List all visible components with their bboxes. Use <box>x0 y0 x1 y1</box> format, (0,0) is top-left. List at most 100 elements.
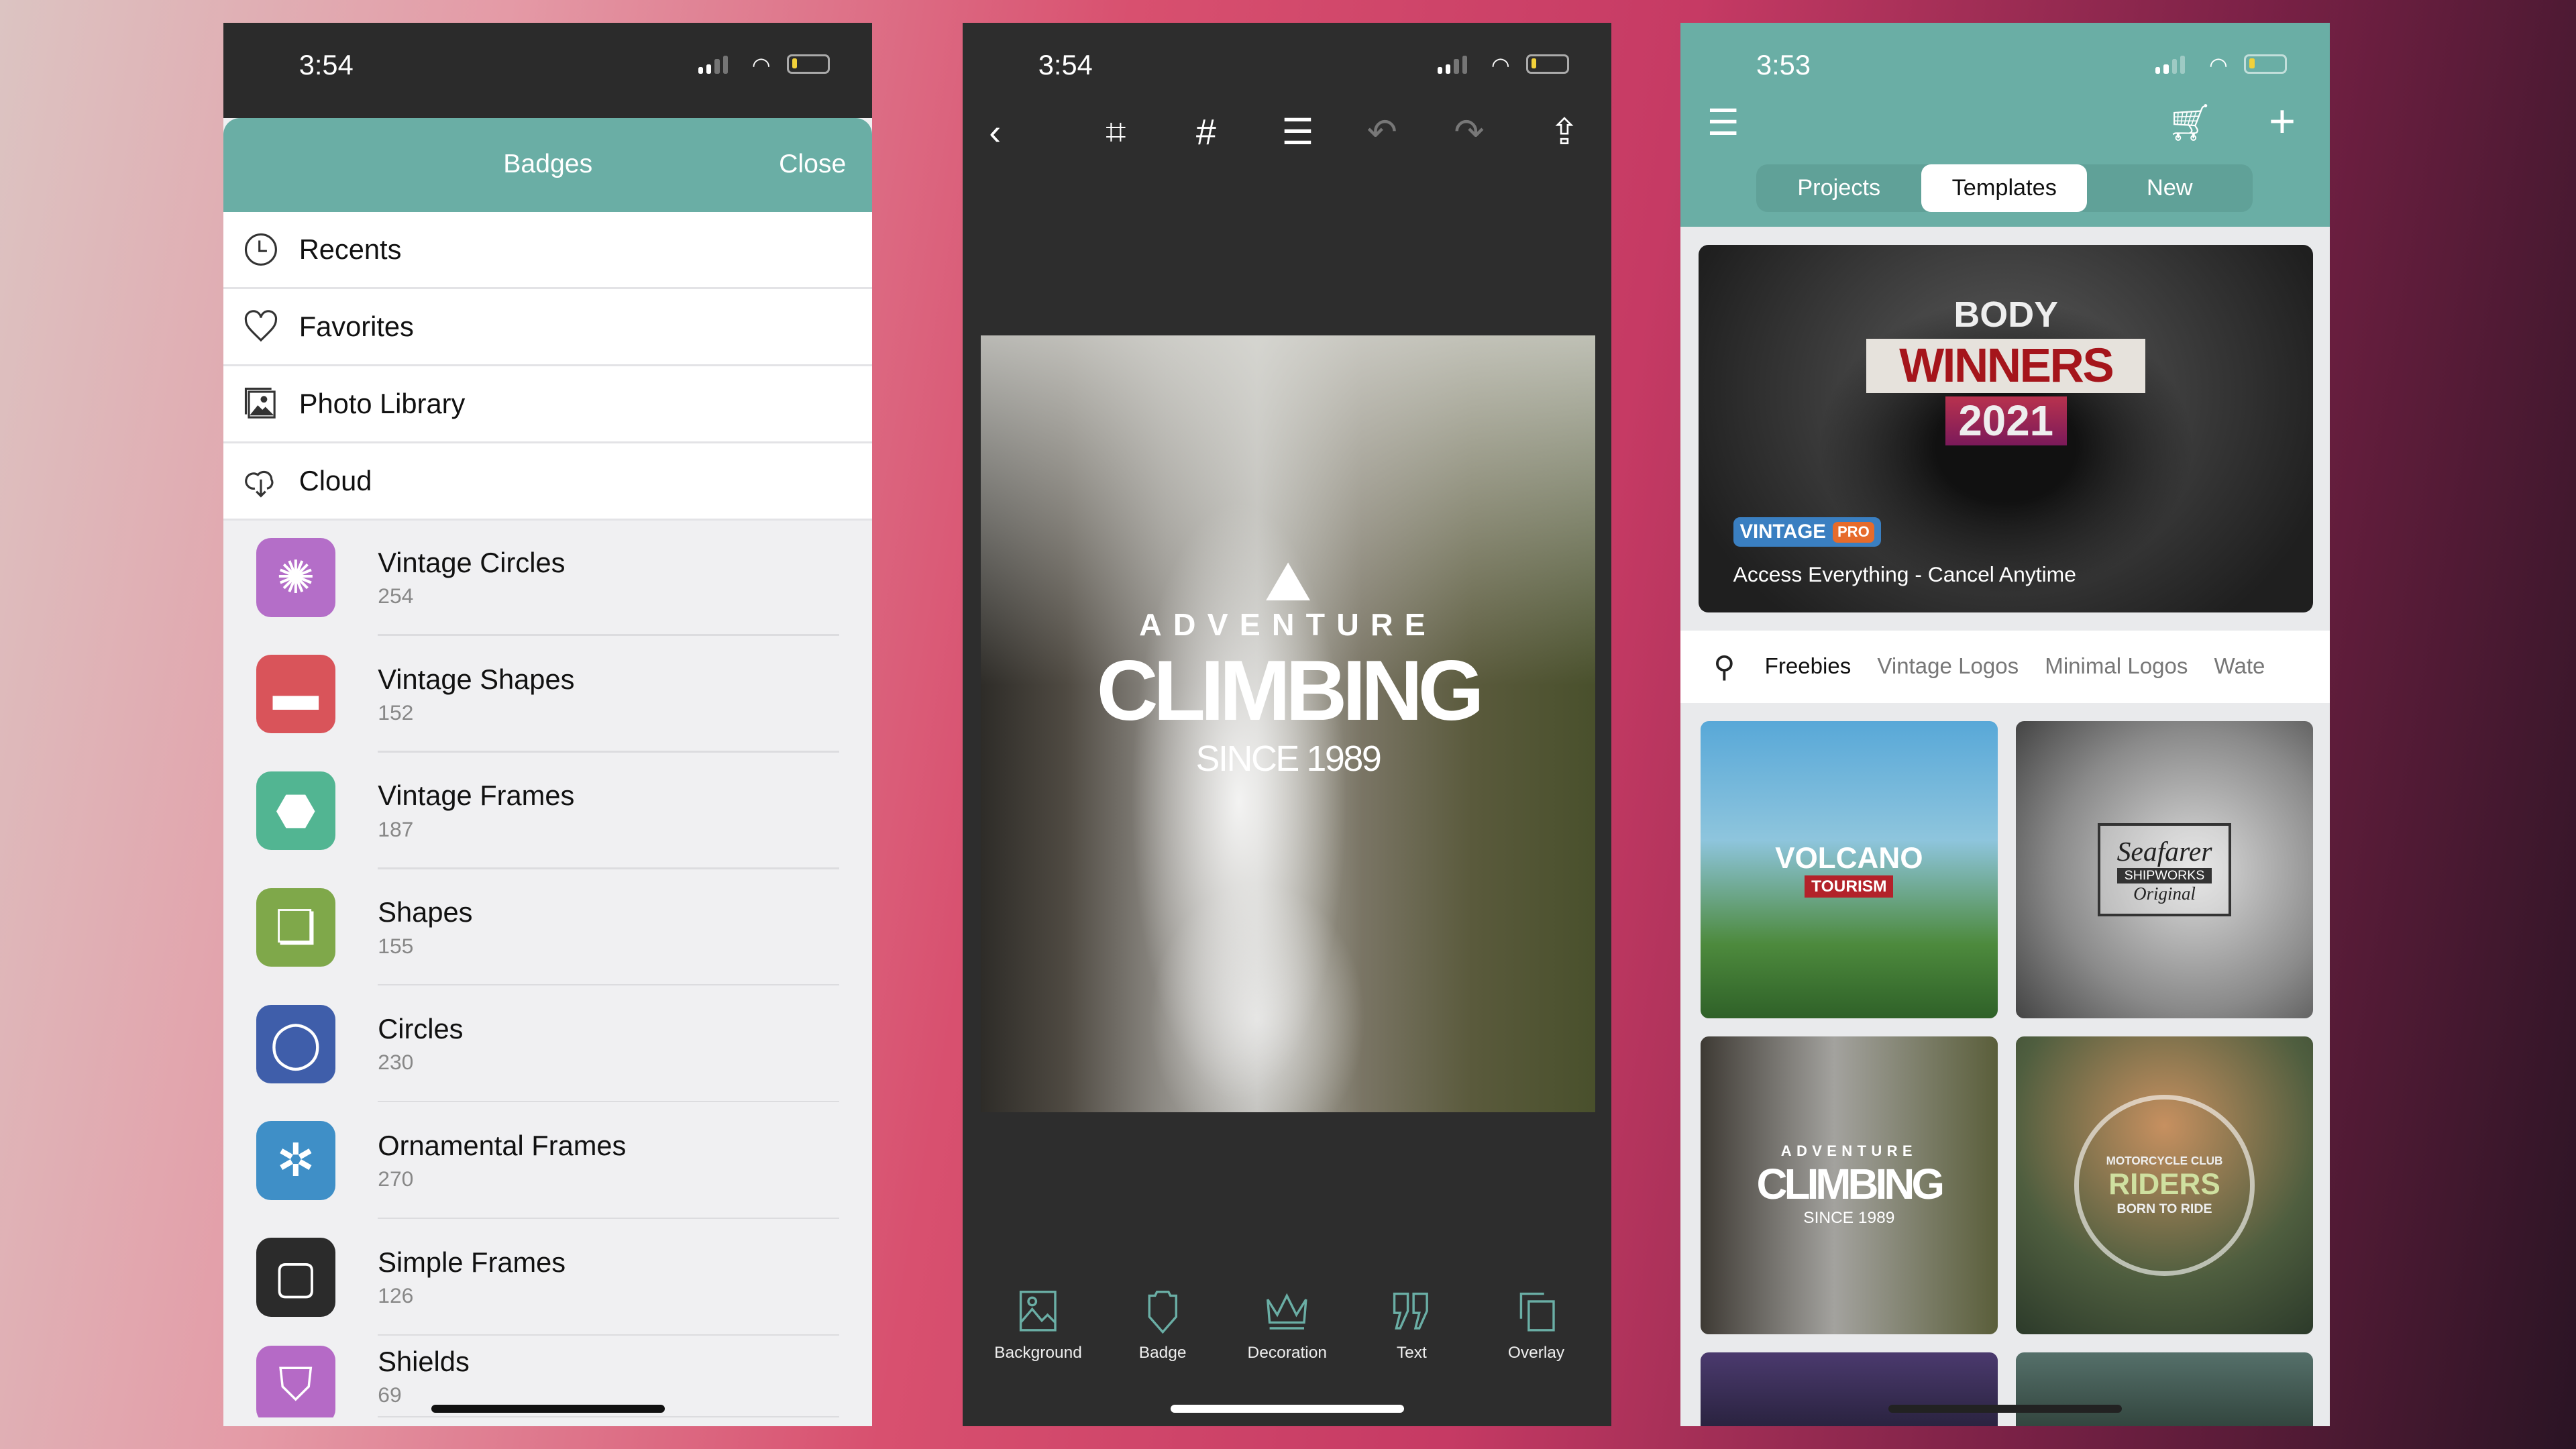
template-subtitle: SHIPWORKS <box>2116 867 2212 883</box>
tool-background[interactable]: Background <box>981 1288 1095 1362</box>
sheet-header: Badges Close <box>223 118 873 212</box>
redo-icon[interactable]: ↷ <box>1454 115 1484 151</box>
back-icon[interactable]: ‹ <box>989 115 1001 151</box>
home-indicator <box>1170 1404 1404 1413</box>
category-icon: ✲ <box>256 1121 335 1200</box>
tab-new[interactable]: New <box>2087 164 2253 212</box>
source-list: Recents Favorites Photo Library Cloud <box>223 211 873 521</box>
tool-label: Text <box>1396 1344 1427 1362</box>
tool-label: Badge <box>1138 1344 1187 1362</box>
source-label: Cloud <box>299 465 372 497</box>
cart-icon[interactable]: 🛒︎ <box>2167 105 2212 142</box>
editor-screen: 3:54 ◠ ‹ ⌗ # ☰ ↶ ↷ ⇪ ⛰ ADVENTURE CLIMBIN… <box>963 23 1612 1426</box>
category-icon: ❏ <box>256 888 335 967</box>
quote-icon <box>1393 1292 1428 1330</box>
mountain-icon: ⛰ <box>1265 550 1311 613</box>
brand: VINTAGE <box>1739 521 1826 543</box>
template-tag: BORN TO RIDE <box>2116 1201 2212 1216</box>
add-icon[interactable]: + <box>2269 98 2296 145</box>
template-tile[interactable] <box>1700 1352 1998 1426</box>
category-count: 270 <box>378 1167 414 1191</box>
banner-badge: BODY WINNERS 2021 <box>1866 294 2146 446</box>
badge-top: BODY <box>1953 294 2059 335</box>
status-time: 3:54 <box>1038 49 1093 81</box>
signal-icon <box>1437 56 1467 74</box>
template-volcano[interactable]: VOLCANO TOURISM <box>1700 721 1998 1019</box>
status-time: 3:53 <box>1756 49 1811 81</box>
design-logo[interactable]: ⛰ ADVENTURE CLIMBING SINCE 1989 <box>981 550 1595 780</box>
wifi-icon: ◠ <box>751 53 771 78</box>
filter-more[interactable]: Wate <box>2214 654 2265 680</box>
category-count: 155 <box>378 933 414 958</box>
clock-icon <box>245 233 278 266</box>
category-icon: ✺ <box>256 538 335 617</box>
template-tag: SINCE 1989 <box>1803 1209 1895 1228</box>
template-title: ADVENTURE <box>1780 1142 1917 1160</box>
source-cloud[interactable]: Cloud <box>223 443 873 521</box>
template-riders[interactable]: MOTORCYCLE CLUB RIDERS BORN TO RIDE <box>2015 1036 2314 1334</box>
category-item[interactable]: ▢ Simple Frames 126 <box>223 1219 872 1336</box>
tab-templates[interactable]: Templates <box>1921 164 2088 212</box>
category-icon: ▢ <box>256 1238 335 1317</box>
battery-icon <box>1526 54 1569 74</box>
category-name: Ornamental Frames <box>378 1130 627 1162</box>
filter-bar: ⚲ Freebies Vintage Logos Minimal Logos W… <box>1680 631 2330 704</box>
badge-year: 2021 <box>1945 396 2067 446</box>
status-bar: 3:53 ◠ <box>1680 23 2329 118</box>
tool-overlay[interactable]: Overlay <box>1479 1288 1593 1362</box>
share-icon[interactable]: ⇪ <box>1549 115 1579 151</box>
template-adventure[interactable]: ADVENTURE CLIMBING SINCE 1989 <box>1700 1036 1998 1334</box>
category-count: 152 <box>378 700 414 724</box>
tool-text[interactable]: Text <box>1354 1288 1469 1362</box>
source-favorites[interactable]: Favorites <box>223 289 873 367</box>
category-list: ✺ Vintage Circles 254 ▬ Vintage Shapes 15… <box>223 519 872 1418</box>
status-time: 3:54 <box>299 49 354 81</box>
grid-icon[interactable]: # <box>1196 115 1216 151</box>
badge-mid: WINNERS <box>1866 339 2146 394</box>
source-recents[interactable]: Recents <box>223 211 873 289</box>
badge-icon <box>1148 1290 1177 1334</box>
close-button[interactable]: Close <box>779 150 846 179</box>
photo-library-icon <box>245 388 276 419</box>
home-indicator <box>1888 1404 2122 1413</box>
template-title: VOLCANO <box>1775 842 1923 875</box>
template-seafarer[interactable]: Seafarer SHIPWORKS Original <box>2015 721 2314 1019</box>
sheet-title: Badges <box>503 149 593 178</box>
source-label: Photo Library <box>299 388 466 420</box>
source-label: Recents <box>299 233 402 265</box>
heart-icon <box>245 310 278 342</box>
source-label: Favorites <box>299 311 414 343</box>
category-item[interactable]: ◯ Circles 230 <box>223 985 872 1103</box>
banner-tagline: Access Everything - Cancel Anytime <box>1733 561 2076 586</box>
overlay-icon <box>1519 1292 1555 1332</box>
category-item[interactable]: ❏ Shapes 155 <box>223 869 872 986</box>
tool-badge[interactable]: Badge <box>1105 1288 1220 1362</box>
category-item[interactable]: ✲ Ornamental Frames 270 <box>223 1102 872 1220</box>
layers-icon[interactable]: ☰ <box>1281 115 1313 151</box>
vintage-pro-badge: VINTAGE PRO <box>1733 517 1881 547</box>
filter-vintage-logos[interactable]: Vintage Logos <box>1877 654 2019 680</box>
filter-freebies[interactable]: Freebies <box>1765 654 1851 680</box>
pro-label: PRO <box>1832 521 1875 543</box>
wifi-icon: ◠ <box>2209 53 2228 78</box>
category-item[interactable]: ⬣ Vintage Frames 187 <box>223 753 872 869</box>
tool-decoration[interactable]: Decoration <box>1230 1288 1344 1362</box>
undo-icon[interactable]: ↶ <box>1367 115 1397 151</box>
wifi-icon: ◠ <box>1491 53 1510 78</box>
category-count: 69 <box>378 1383 402 1407</box>
template-grid: VOLCANO TOURISM Seafarer SHIPWORKS Original… <box>1700 721 2314 1426</box>
category-icon: ⛉ <box>256 1345 335 1418</box>
template-tile[interactable] <box>2015 1352 2314 1426</box>
filter-minimal-logos[interactable]: Minimal Logos <box>2045 654 2188 680</box>
tab-projects[interactable]: Projects <box>1756 164 1922 212</box>
pro-banner[interactable]: BODY WINNERS 2021 VINTAGE PRO Access Ever… <box>1699 244 2314 613</box>
tool-label: Background <box>994 1344 1082 1362</box>
badges-screen: 3:54 ◠ Badges Close Recents Favorites Ph… <box>223 23 873 1426</box>
crop-icon[interactable]: ⌗ <box>1106 115 1126 151</box>
category-item[interactable]: ▬ Vintage Shapes 152 <box>223 636 872 753</box>
source-photo-library[interactable]: Photo Library <box>223 366 873 444</box>
design-canvas[interactable]: ⛰ ADVENTURE CLIMBING SINCE 1989 <box>981 335 1595 1112</box>
search-icon[interactable]: ⚲ <box>1713 650 1735 684</box>
category-item[interactable]: ✺ Vintage Circles 254 <box>223 519 872 636</box>
menu-icon[interactable]: ☰ <box>1707 105 1739 142</box>
